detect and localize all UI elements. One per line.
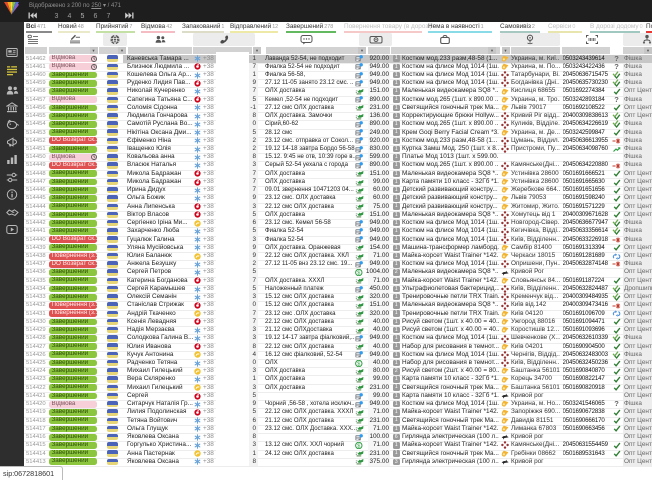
svg-text:$: $: [357, 361, 360, 367]
svg-text:$: $: [357, 270, 360, 276]
svg-text:$: $: [357, 443, 360, 449]
